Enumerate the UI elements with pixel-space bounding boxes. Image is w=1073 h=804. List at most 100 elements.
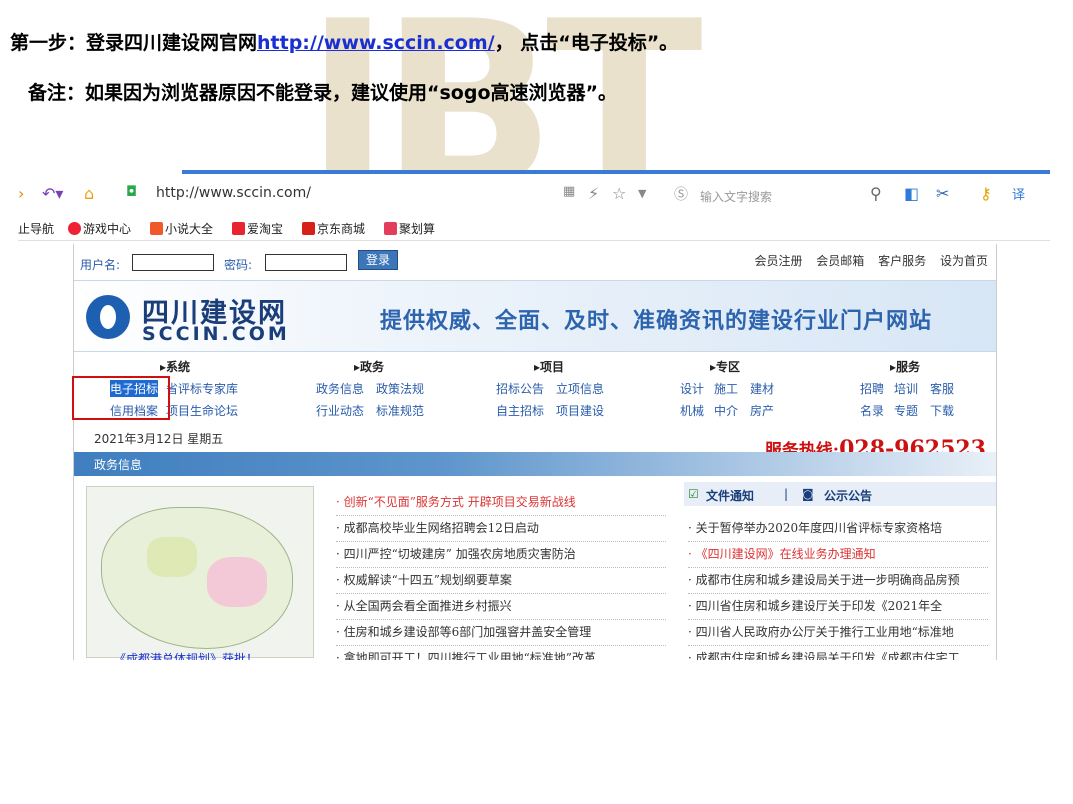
notice-list: · 关于暂停举办2020年度四川省评标专家资格培 · 《四川建设网》在线业务办理… [688, 516, 988, 660]
notice-icon: ◙ [802, 487, 814, 501]
nav-tender-notice[interactable]: 招标公告 [496, 380, 544, 397]
nav-heading-system: ▸系统 [160, 360, 191, 374]
star-icon[interactable]: ☆ [612, 184, 626, 203]
games-icon [68, 222, 81, 235]
site-banner: 四川建设网 SCCIN.COM 提供权威、全面、及时、准确资讯的建设行业门户网站 [74, 280, 996, 352]
juhuasuan-icon [384, 222, 397, 235]
nav-heading-service: ▸服务 [890, 360, 921, 374]
home-icon[interactable]: ⌂ [84, 184, 94, 203]
nav-standards[interactable]: 标准规范 [376, 402, 424, 419]
register-link[interactable]: 会员注册 [754, 254, 802, 268]
mailbox-link[interactable]: 会员邮箱 [816, 254, 864, 268]
nav-policy[interactable]: 政策法规 [376, 380, 424, 397]
nav-project-construction[interactable]: 项目建设 [556, 402, 604, 419]
news-item[interactable]: · 创新“不见面”服务方式 开辟项目交易新战线 [336, 490, 666, 516]
tab-public-notice[interactable]: 公示公告 [824, 487, 872, 504]
notice-item[interactable]: · 成都市住房和城乡建设局关于印发《成都市住宅工 [688, 646, 988, 660]
step-suffix: ， 点击“电子投标”。 [494, 32, 679, 54]
nav-directory[interactable]: 名录 [860, 402, 884, 419]
bookmark-novels[interactable]: 小说大全 [150, 220, 213, 237]
notice-item[interactable]: · 成都市住房和城乡建设局关于进一步明确商品房预 [688, 568, 988, 594]
nav-self-tender[interactable]: 自主招标 [496, 402, 544, 419]
news-list: · 创新“不见面”服务方式 开辟项目交易新战线 · 成都高校毕业生网络招聘会12… [336, 490, 666, 660]
username-input[interactable] [132, 254, 214, 271]
undo-icon[interactable]: ↶▾ [42, 184, 63, 203]
slide: JBT III 四川保函 第一步：登录四川建设网官网http://www.scc… [0, 0, 1073, 804]
notice-tabs: ☑ 文件通知 | ◙ 公示公告 [684, 482, 996, 506]
nav-design[interactable]: 设计 [680, 380, 704, 397]
bookmark-taobao[interactable]: 爱淘宝 [232, 220, 283, 237]
nav-download[interactable]: 下载 [930, 402, 954, 419]
bookmark-jd[interactable]: 京东商城 [302, 220, 365, 237]
username-label: 用户名: [80, 258, 121, 272]
step-prefix: 第一步：登录四川建设网官网 [10, 32, 258, 54]
gov-info-bar: 政务信息 [74, 452, 996, 476]
login-button[interactable]: 登录 [358, 250, 398, 270]
browser-screenshot: › ↶▾ ⌂ ◘ http://www.sccin.com/ ▦ ⚡ ☆ ▼ Ⓢ… [18, 170, 1050, 660]
step-instruction: 第一步：登录四川建设网官网http://www.sccin.com/， 点击“电… [10, 28, 678, 55]
nav-materials[interactable]: 建材 [750, 380, 774, 397]
notice-item[interactable]: · 四川省住房和城乡建设厅关于印发《2021年全 [688, 594, 988, 620]
browser-toolbar: › ↶▾ ⌂ ◘ http://www.sccin.com/ ▦ ⚡ ☆ ▼ Ⓢ… [18, 174, 1050, 212]
official-site-link[interactable]: http://www.sccin.com/ [257, 32, 495, 54]
set-homepage-link[interactable]: 设为首页 [940, 254, 988, 268]
dropdown-icon[interactable]: ▼ [638, 187, 646, 200]
nav-heading-special: ▸专区 [710, 360, 741, 374]
nav-topics[interactable]: 专题 [894, 402, 918, 419]
password-input[interactable] [265, 254, 347, 271]
tab-file-notice[interactable]: 文件通知 [706, 487, 754, 504]
news-item[interactable]: · 拿地即可开工！四川推行工业用地“标准地”改革 [336, 646, 666, 660]
back-arrow-icon[interactable]: › [18, 184, 24, 203]
jd-icon [302, 222, 315, 235]
nav-construction[interactable]: 施工 [714, 380, 738, 397]
key-icon[interactable]: ⚷ [980, 184, 992, 203]
search-input[interactable]: 输入文字搜索 [700, 188, 918, 210]
translate-icon[interactable]: 译 [1012, 184, 1025, 203]
map-caption[interactable]: 《成都港总体规划》获批！ [114, 650, 258, 660]
tab-separator: | [784, 487, 789, 501]
nav-project-approval[interactable]: 立项信息 [556, 380, 604, 397]
nav-heading-gov: ▸政务 [354, 360, 385, 374]
bookmark-juhuasuan[interactable]: 聚划算 [384, 220, 435, 237]
logo-english: SCCIN.COM [142, 323, 290, 345]
sidebar-icon[interactable]: ◧ [904, 184, 919, 203]
search-icon[interactable]: ⚲ [870, 184, 882, 203]
customer-service-link[interactable]: 客户服务 [878, 254, 926, 268]
scissors-icon[interactable]: ✂ [936, 184, 949, 203]
address-bar[interactable]: http://www.sccin.com/ [156, 185, 311, 201]
nav-gov-info[interactable]: 政务信息 [316, 380, 364, 397]
bookmark-bar: 止导航 游戏中心 小说大全 爱淘宝 京东商城 聚划算 [18, 214, 1050, 241]
taobao-icon [232, 222, 245, 235]
map-zone-green [147, 537, 197, 577]
map-zone-pink [207, 557, 267, 607]
nav-project-forum[interactable]: 项目生命论坛 [166, 402, 238, 419]
news-item[interactable]: · 住房和城乡建设部等6部门加强窨井盖安全管理 [336, 620, 666, 646]
nav-recruitment[interactable]: 招聘 [860, 380, 884, 397]
planning-map-image[interactable] [86, 486, 314, 658]
nav-industry-news[interactable]: 行业动态 [316, 402, 364, 419]
gov-info-bar-label[interactable]: 政务信息 [94, 456, 142, 473]
qr-icon[interactable]: ▦ [563, 184, 575, 199]
nav-agency[interactable]: 中介 [714, 402, 738, 419]
nav-real-estate[interactable]: 房产 [750, 402, 774, 419]
news-item[interactable]: · 从全国两会看全面推进乡村振兴 [336, 594, 666, 620]
bookmark-games[interactable]: 游戏中心 [68, 220, 131, 237]
nav-support[interactable]: 客服 [930, 380, 954, 397]
site-nav: ▸系统 电子招标 省评标专家库 信用档案 项目生命论坛 ▸政务 政务信息 政策法… [72, 356, 996, 424]
notice-item[interactable]: · 《四川建设网》在线业务办理通知 [688, 542, 988, 568]
notice-item[interactable]: · 关于暂停举办2020年度四川省评标专家资格培 [688, 516, 988, 542]
sccin-website: 用户名: 密码: 登录 会员注册 会员邮箱 客户服务 设为首页 四川建设网 SC… [72, 244, 997, 660]
top-links: 会员注册 会员邮箱 客户服务 设为首页 [744, 252, 988, 269]
nav-expert-library[interactable]: 省评标专家库 [166, 380, 238, 397]
novels-icon [150, 222, 163, 235]
nav-machinery[interactable]: 机械 [680, 402, 704, 419]
nav-training[interactable]: 培训 [894, 380, 918, 397]
login-bar: 用户名: 密码: 登录 会员注册 会员邮箱 客户服务 设为首页 [74, 244, 996, 278]
news-item[interactable]: · 四川严控“切坡建房” 加强农房地质灾害防治 [336, 542, 666, 568]
lightning-icon[interactable]: ⚡ [588, 184, 599, 203]
notice-item[interactable]: · 四川省人民政府办公厅关于推行工业用地“标准地 [688, 620, 988, 646]
news-item[interactable]: · 权威解读“十四五”规划纲要草案 [336, 568, 666, 594]
news-item[interactable]: · 成都高校毕业生网络招聘会12日启动 [336, 516, 666, 542]
sccin-logo-icon [86, 295, 130, 339]
bookmark-nav[interactable]: 止导航 [18, 220, 54, 237]
